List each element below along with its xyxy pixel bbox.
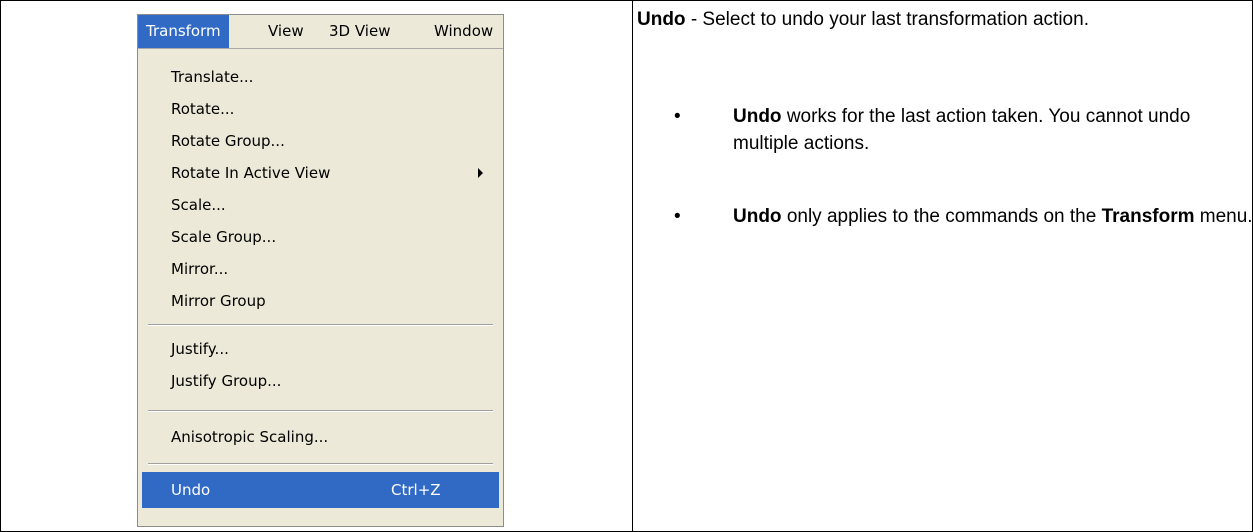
menu-item-label: Mirror... bbox=[171, 260, 229, 278]
help-term: Undo bbox=[637, 9, 686, 30]
menu-item-mirror-group[interactable]: Mirror Group bbox=[138, 285, 503, 317]
table-column-divider bbox=[632, 0, 633, 532]
menu-item-translate[interactable]: Translate... bbox=[138, 61, 503, 93]
bullet-term: Transform bbox=[1101, 206, 1195, 227]
menu-item-label: Rotate... bbox=[171, 100, 235, 118]
menu-item-label: Scale... bbox=[171, 196, 226, 214]
menu-item-label: Mirror Group bbox=[171, 292, 266, 310]
menu-item-rotate-in-active-view[interactable]: Rotate In Active View bbox=[138, 157, 503, 189]
menu-item-undo[interactable]: Undo Ctrl+Z bbox=[142, 472, 499, 508]
menu-item-scale-group[interactable]: Scale Group... bbox=[138, 221, 503, 253]
menubar: Transform View 3D View Window bbox=[138, 15, 503, 49]
menubar-window[interactable]: Window bbox=[426, 15, 501, 48]
menu-item-label: Rotate Group... bbox=[171, 132, 285, 150]
bullet-text: works for the last action taken. You can… bbox=[733, 106, 1191, 154]
submenu-arrow-icon bbox=[478, 168, 483, 178]
menu-item-label: Undo bbox=[171, 481, 211, 499]
bullet-icon: • bbox=[674, 206, 681, 227]
menu-item-mirror[interactable]: Mirror... bbox=[138, 253, 503, 285]
bullet-text: menu. bbox=[1194, 206, 1253, 227]
menu-item-rotate[interactable]: Rotate... bbox=[138, 93, 503, 125]
bullet-text: only applies to the commands on the bbox=[781, 206, 1102, 227]
menu-separator bbox=[148, 410, 493, 412]
menu-item-label: Scale Group... bbox=[171, 228, 277, 246]
help-text: - Select to undo your last transformatio… bbox=[685, 9, 1089, 30]
menu-item-anisotropic-scaling[interactable]: Anisotropic Scaling... bbox=[138, 421, 503, 453]
menu-item-justify-group[interactable]: Justify Group... bbox=[138, 365, 503, 397]
menu-item-label: Translate... bbox=[171, 68, 254, 86]
bullet-icon: • bbox=[674, 106, 681, 127]
menubar-3d-view[interactable]: 3D View bbox=[321, 15, 398, 48]
menu-item-label: Justify Group... bbox=[171, 372, 282, 390]
menubar-view[interactable]: View bbox=[260, 15, 312, 48]
bullet-term: Undo bbox=[733, 106, 782, 127]
menubar-transform[interactable]: Transform bbox=[138, 15, 229, 48]
menu-item-label: Anisotropic Scaling... bbox=[171, 428, 329, 446]
menu-separator bbox=[148, 463, 493, 465]
menu-item-label: Justify... bbox=[171, 340, 229, 358]
bullet-term: Undo bbox=[733, 206, 782, 227]
menu-item-shortcut: Ctrl+Z bbox=[391, 481, 441, 499]
menu-item-label: Rotate In Active View bbox=[171, 164, 331, 182]
menu-item-rotate-group[interactable]: Rotate Group... bbox=[138, 125, 503, 157]
menu-item-justify[interactable]: Justify... bbox=[138, 333, 503, 365]
menu-screenshot: Transform View 3D View Window Translate.… bbox=[137, 14, 504, 527]
menu-separator bbox=[148, 324, 493, 326]
help-description: Undo - Select to undo your last transfor… bbox=[637, 6, 1237, 33]
menu-item-scale[interactable]: Scale... bbox=[138, 189, 503, 221]
